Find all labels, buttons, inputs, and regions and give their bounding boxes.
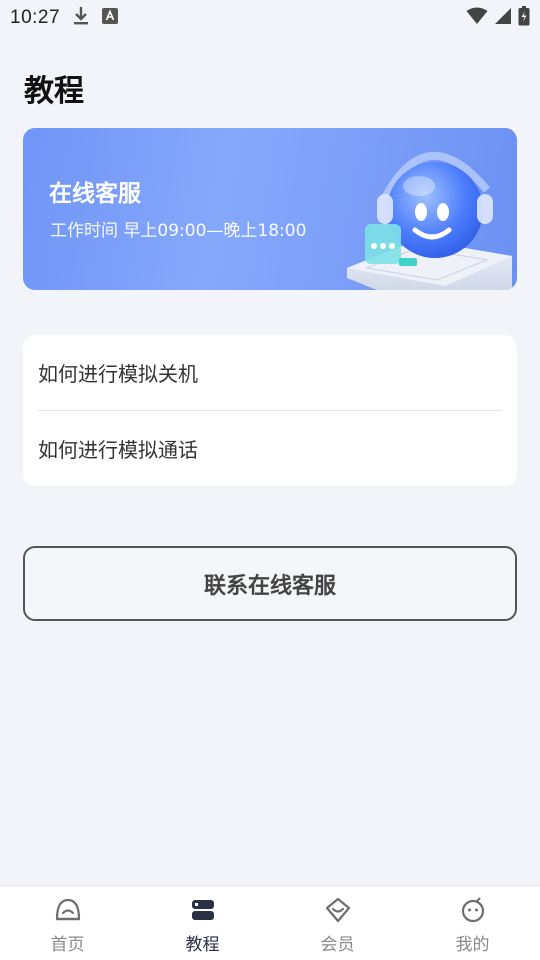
customer-service-robot-icon xyxy=(347,151,512,290)
faq-item-shutdown[interactable]: 如何进行模拟关机 xyxy=(38,335,502,410)
faq-item-call[interactable]: 如何进行模拟通话 xyxy=(38,411,502,486)
nav-label-home: 首页 xyxy=(50,935,85,955)
contact-online-service-button[interactable]: 联系在线客服 xyxy=(23,546,517,621)
nav-label-profile: 我的 xyxy=(455,935,490,955)
customer-service-banner[interactable]: 在线客服 工作时间 早上09:00—晚上18:00 xyxy=(23,128,517,290)
bottom-nav: 首页 教程 会员 我的 xyxy=(0,885,540,960)
home-icon xyxy=(54,896,82,924)
nav-label-tutorial: 教程 xyxy=(185,935,220,955)
signal-icon xyxy=(494,7,512,29)
banner-title: 在线客服 xyxy=(49,181,141,207)
status-time: 10:27 xyxy=(10,7,61,28)
nav-item-home[interactable]: 首页 xyxy=(0,886,135,960)
wifi-icon xyxy=(466,7,488,29)
member-icon xyxy=(324,896,352,924)
nav-item-tutorial[interactable]: 教程 xyxy=(135,886,270,960)
nav-label-member: 会员 xyxy=(320,935,355,955)
a-notification-icon xyxy=(102,8,119,28)
profile-icon xyxy=(459,896,487,924)
battery-icon xyxy=(518,6,530,30)
page-title: 教程 xyxy=(24,74,84,109)
tutorial-icon xyxy=(189,896,217,924)
banner-subtitle: 工作时间 早上09:00—晚上18:00 xyxy=(50,221,307,241)
status-right xyxy=(466,6,530,30)
faq-list: 如何进行模拟关机 如何进行模拟通话 xyxy=(23,335,517,486)
status-left: 10:27 xyxy=(10,6,119,30)
status-bar: 10:27 xyxy=(0,0,540,36)
nav-item-member[interactable]: 会员 xyxy=(270,886,405,960)
download-icon xyxy=(72,6,90,30)
nav-item-profile[interactable]: 我的 xyxy=(405,886,540,960)
